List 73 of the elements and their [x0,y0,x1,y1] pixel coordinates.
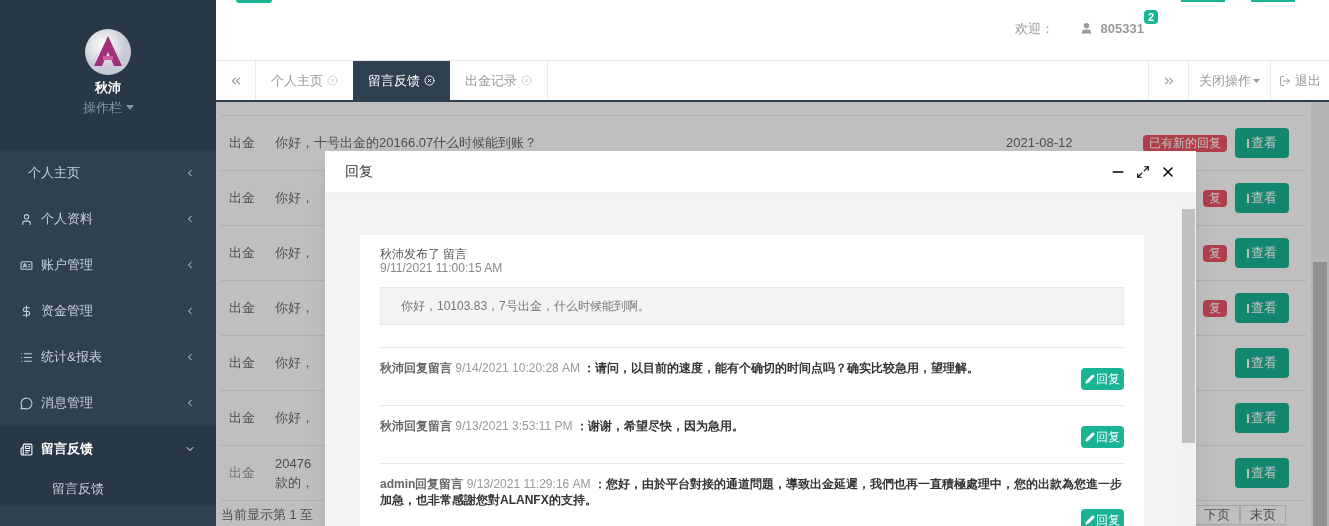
caret-icon [1253,78,1260,83]
sidebar-item[interactable]: 统计&报表 [0,334,216,380]
table-cell-text: 出金 [228,134,256,153]
user-icon [1079,21,1093,35]
maximize-icon[interactable] [1136,164,1150,179]
sidebar-item[interactable]: 个人资料 [0,196,216,242]
avatar-logo [84,28,132,76]
pencil-icon [1085,515,1095,525]
status-badge: 复 [1203,244,1227,262]
sidebar-item[interactable]: 留言反馈 [0,426,216,472]
view-button[interactable]: 查看 [1235,458,1289,488]
reply-button[interactable]: 回复 [1081,368,1124,390]
tab[interactable]: 出金记录 [450,61,547,100]
user-link[interactable]: 805331 [1079,18,1144,38]
reply-button[interactable]: 回复 [1081,509,1124,526]
view-button[interactable]: 查看 [1235,403,1289,433]
close-operations-menu[interactable]: 关闭操作 [1188,61,1270,100]
welcome-text: 欢迎： [1014,19,1054,38]
sidebar-item[interactable]: 账户管理 [0,242,216,288]
list-icon [20,350,33,364]
table-cell-text: 20476 [275,454,312,473]
view-button[interactable]: 查看 [1235,348,1289,378]
tab[interactable]: 留言反馈 [353,61,450,100]
top-button[interactable] [236,0,272,3]
pencil-icon [1085,374,1095,384]
table-cell: 2021-08-12 [1006,135,1073,151]
table-cell-text: 你好， [275,354,314,373]
pagination-info: 当前显示第 1 至 [221,506,314,525]
sidebar-item[interactable]: 资金管理 [0,288,216,334]
caret-icon [125,104,134,110]
post-content: 你好，10103.83，7号出金，什么时候能到啊。 [380,287,1124,325]
table-cell-text: 出金 [228,244,256,263]
status-badge: 复 [1203,189,1227,207]
post-author: 秋沛发布了 留言 [380,247,469,261]
logout-button[interactable]: 退出 [1270,61,1329,100]
table-cell-text: 你好， [275,409,314,428]
id-card-icon [20,258,33,272]
reply-text: 秋沛回复留言 9/13/2021 3:53:11 PM ：谢谢，希望尽快，因为急用。 [380,418,745,434]
reply-text: 秋沛回复留言 9/14/2021 10:20:28 AM ：请问，以目前的速度，能有个确切的时间点吗？确实比较急用，望理解。 [380,360,981,376]
table-cell-text: 你好， [275,189,314,208]
table-cell-text: 你好，十号出金的20166.07什么时候能到账？ [275,134,538,153]
notification-badge: 2 [1143,10,1158,24]
dialog-title: 回复 [345,162,374,181]
status-badge: 已有新的回复 [1143,134,1227,152]
table-cell-text: 出金 [228,299,256,318]
sidebar-item[interactable]: 个人主页 [0,150,216,196]
view-button[interactable]: 查看 [1235,238,1289,268]
table-cell-text: 出金 [228,464,256,483]
user-icon [20,212,33,226]
table-cell-text: 你好， [275,299,314,318]
table-cell-text: 款的， [275,474,314,492]
post-time: 9/11/2021 11:00:15 AM [380,261,504,275]
view-button[interactable]: 查看 [1235,183,1289,213]
page-button[interactable]: 末页 [1240,505,1286,525]
table-cell-text: 出金 [228,409,256,428]
view-button[interactable]: 查看 [1235,293,1289,323]
sidebar-item[interactable]: 消息管理 [0,380,216,426]
speech-bubble-icon [20,396,33,410]
menu-label[interactable]: 操作栏 [82,97,134,117]
reply-button[interactable]: 回复 [1081,426,1124,448]
logout-icon [1279,74,1291,87]
status-badge: 复 [1203,299,1227,317]
newspaper-icon [20,442,33,456]
table-cell-text: 出金 [228,189,256,208]
dollar-icon [20,304,33,318]
table-cell-text: 你好， [275,244,314,263]
tab[interactable]: 个人主页 [256,61,353,100]
pencil-icon [1085,432,1095,442]
reply-text: admin回复留言 9/13/2021 11:29:16 AM ：您好，由於平台對接的通道問題，導致出金延遲，我們也再一直積極處理中，您的出款為您進一步加急，也非常感謝您對ALANFX的支持。 [380,476,1123,508]
table-cell-text: 出金 [228,354,256,373]
user-name: 秋沛 [95,79,121,97]
sidebar-subitem[interactable]: 留言反馈 [0,472,216,506]
view-button[interactable]: 查看 [1235,128,1289,158]
